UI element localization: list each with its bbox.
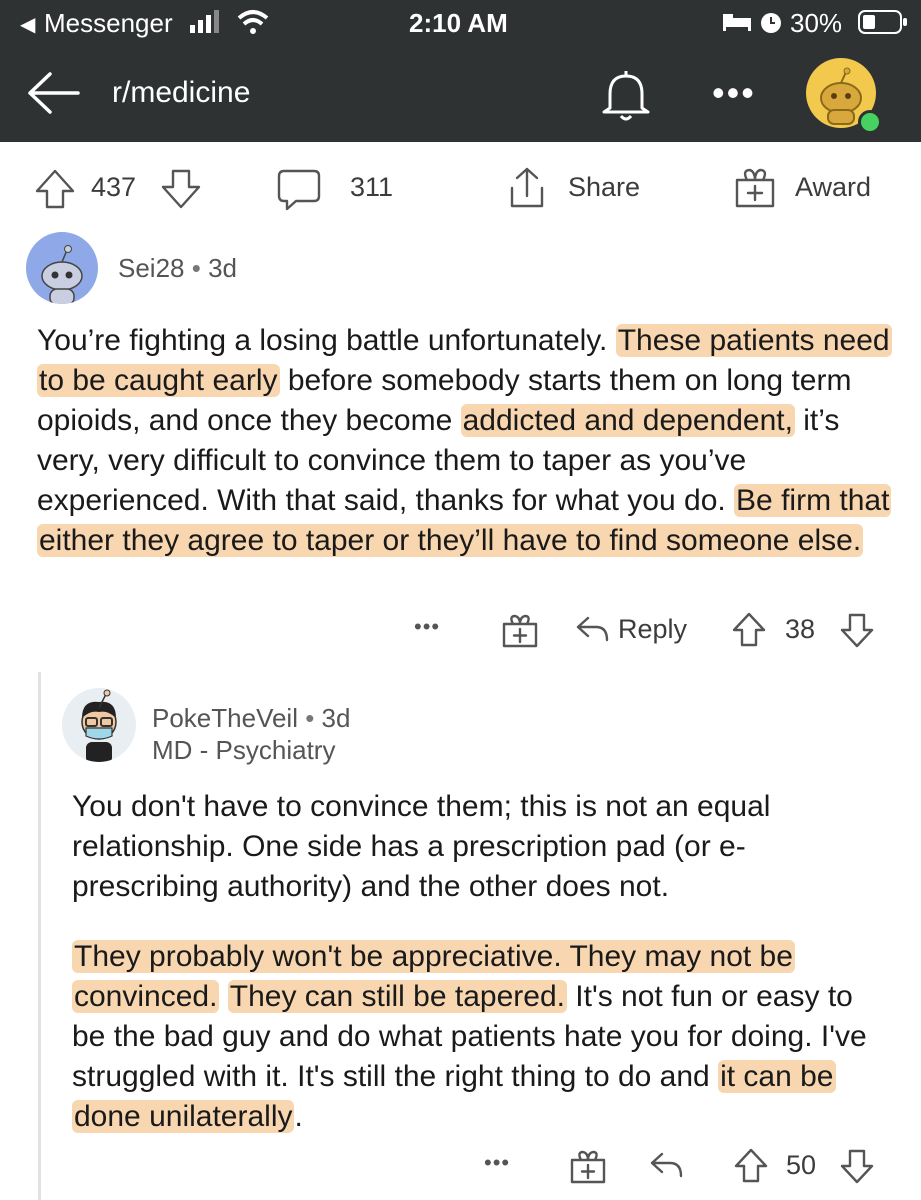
comment2-reply-icon[interactable] <box>648 1150 684 1180</box>
battery-icon <box>858 10 907 34</box>
comment2-para1: You don't have to convince them; this is… <box>72 790 771 903</box>
comment-count[interactable]: 311 <box>350 172 393 203</box>
comment1-text: You’re fighting a losing battle unfortun… <box>37 324 616 357</box>
comment1-score: 38 <box>785 614 816 644</box>
poketheveil-avatar[interactable] <box>62 688 136 762</box>
comment1-author[interactable]: Sei28 <box>118 253 185 283</box>
wifi-icon <box>237 10 269 34</box>
comment2-upvote-icon[interactable] <box>734 1148 768 1184</box>
comment2-score: 50 <box>786 1150 817 1180</box>
more-options-icon[interactable]: ••• <box>712 72 756 114</box>
sei28-avatar[interactable] <box>26 232 98 304</box>
comment2-flair: MD - Psychiatry <box>152 735 336 765</box>
upvote-icon[interactable] <box>34 168 76 210</box>
comment2-more-icon[interactable]: ••• <box>484 1150 510 1176</box>
snoo-icon <box>41 245 83 304</box>
share-icon[interactable] <box>504 166 550 210</box>
comment2-downvote-icon[interactable] <box>840 1148 874 1184</box>
comment1-body: You’re fighting a losing battle unfortun… <box>37 321 899 561</box>
comment2-award-icon[interactable] <box>568 1148 608 1186</box>
post-score: 437 <box>91 172 137 202</box>
comment1-age: 3d <box>208 253 237 283</box>
comment2-highlighted-text: They can still be tapered. <box>227 980 567 1013</box>
status-bar: ◀ Messenger 2:10 AM 30% <box>0 0 921 46</box>
reply-arrow-icon[interactable] <box>574 614 610 644</box>
nav-bar: r/medicine ••• <box>0 46 921 142</box>
comment1-reply-button[interactable]: Reply <box>618 614 687 645</box>
comment1-downvote-icon[interactable] <box>840 612 874 648</box>
comment2-text: . <box>294 1100 303 1133</box>
comment2-meta: PokeTheVeil • 3d <box>152 703 351 733</box>
post-action-bar: 437 311 Share Award <box>0 155 921 221</box>
comment1-meta: Sei28 • 3d <box>118 253 237 283</box>
doctor-avatar-icon <box>81 689 117 762</box>
bell-icon[interactable] <box>598 68 654 122</box>
comment1-more-icon[interactable]: ••• <box>414 614 440 640</box>
battery-percent: 30% <box>790 8 843 38</box>
award-button[interactable]: Award <box>795 172 871 203</box>
downvote-icon[interactable] <box>160 168 202 210</box>
bed-icon <box>723 14 751 31</box>
online-status-dot <box>858 110 882 134</box>
comment2-actions: ••• 50 <box>0 1142 921 1192</box>
alarm-icon <box>761 13 781 33</box>
thread-line <box>38 672 41 1200</box>
share-button[interactable]: Share <box>568 172 640 203</box>
award-icon[interactable] <box>732 166 778 210</box>
comment1-highlighted-text: addicted and dependent, <box>460 404 795 437</box>
comment1-upvote-icon[interactable] <box>732 612 766 648</box>
comment2-age: 3d <box>321 703 351 733</box>
comment1-actions: ••• Reply 38 <box>0 606 921 656</box>
back-arrow-icon[interactable] <box>26 72 80 114</box>
comment2-author[interactable]: PokeTheVeil <box>152 703 298 733</box>
signal-icon <box>190 10 219 33</box>
comment2-text <box>219 980 227 1013</box>
back-triangle-icon[interactable]: ◀ <box>20 12 35 37</box>
clock: 2:10 AM <box>409 8 508 38</box>
comment2-para2: They probably won't be appreciative. The… <box>72 937 882 1137</box>
subreddit-title[interactable]: r/medicine <box>112 76 250 110</box>
back-app-label[interactable]: Messenger <box>44 8 173 39</box>
comment1-award-icon[interactable] <box>500 612 540 650</box>
comments-icon[interactable] <box>276 168 322 212</box>
